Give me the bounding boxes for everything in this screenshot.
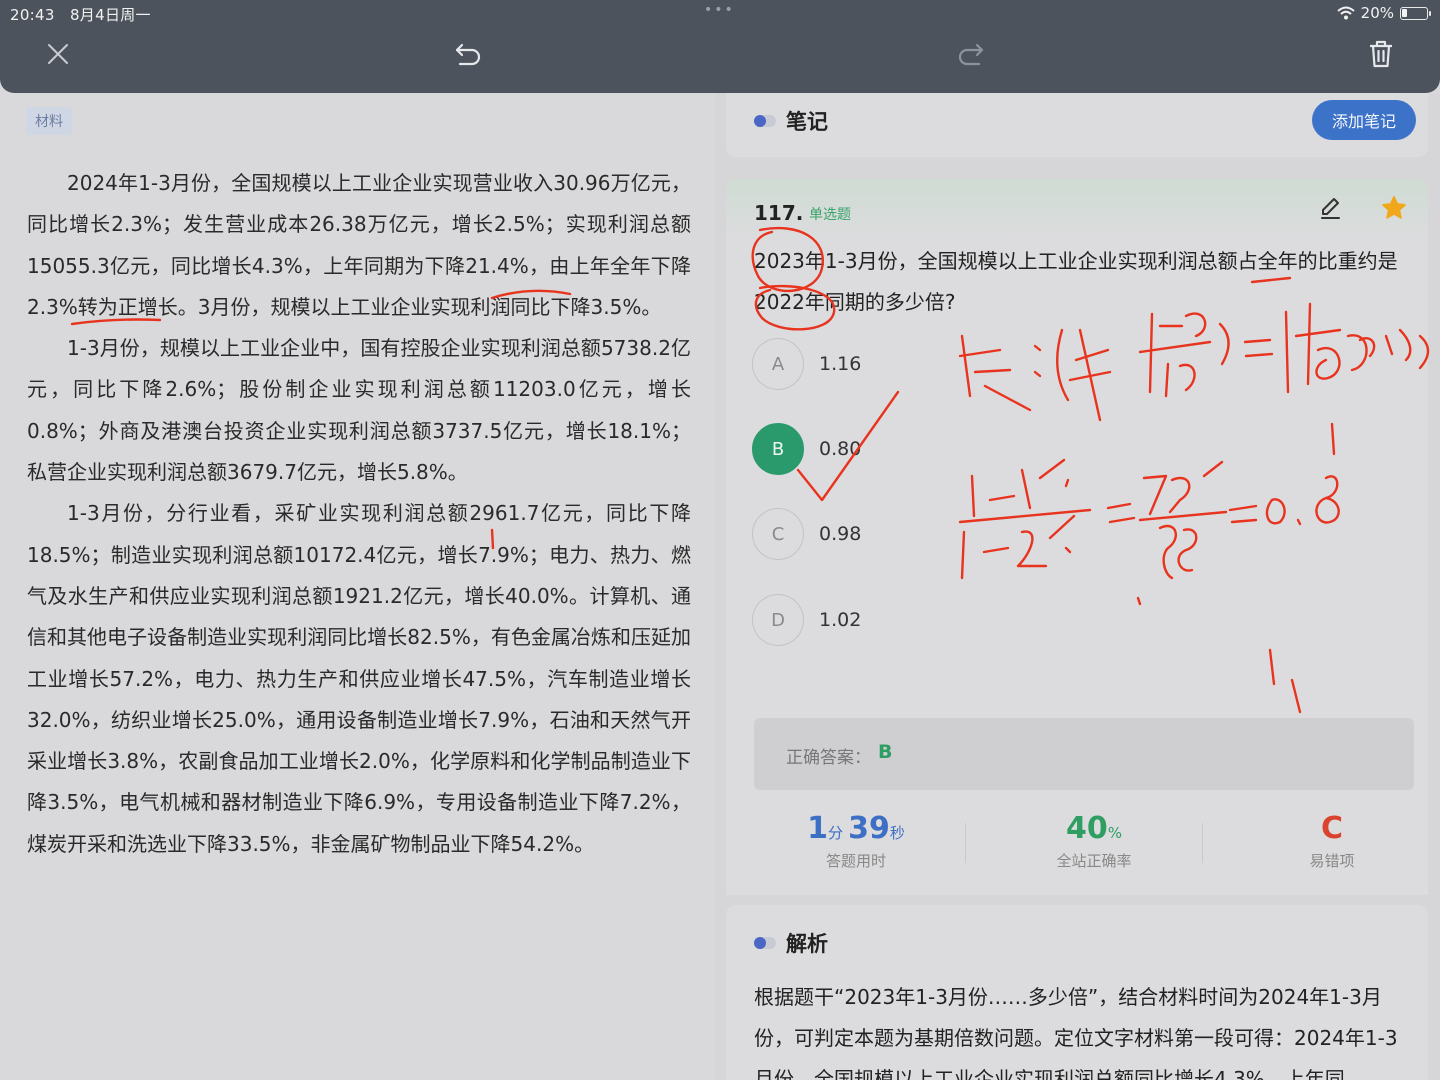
answer-section: 正确答案： B 1分 39秒 答题用时 40% 全站正确率 C 易错项 bbox=[726, 695, 1428, 895]
clock: 20:43 bbox=[10, 6, 55, 24]
question-card: 117. 单选题 2023年1-3月份，全国规模以上工业企业实现利润总额占全年的… bbox=[726, 179, 1428, 695]
option-letter: D bbox=[752, 594, 804, 646]
battery-percent: 20% bbox=[1360, 4, 1394, 22]
wifi-icon bbox=[1336, 6, 1355, 20]
explanation-section: 解析 根据题干“2023年1-3月份……多少倍”，结合材料时间为2024年1-3… bbox=[726, 905, 1428, 1080]
option-value: 0.98 bbox=[819, 523, 862, 545]
accuracy-stat: 40% 全站正确率 bbox=[994, 811, 1194, 871]
stat-divider bbox=[965, 823, 966, 863]
undo-button[interactable] bbox=[450, 36, 486, 72]
delete-button[interactable] bbox=[1363, 36, 1399, 72]
question-number: 117. bbox=[754, 201, 804, 225]
question-panel[interactable]: 笔记 添加笔记 117. 单选题 2023年1-3月份，全国规模以上工业企业实现… bbox=[714, 93, 1440, 1080]
material-tag: 材料 bbox=[26, 107, 72, 135]
top-toolbar: 20:43 8月4日周一 ••• 20% bbox=[0, 0, 1440, 93]
star-icon bbox=[1382, 196, 1406, 219]
option-value: 1.02 bbox=[819, 609, 862, 631]
explanation-text: 根据题干“2023年1-3月份……多少倍”，结合材料时间为2024年1-3月份，… bbox=[754, 985, 1398, 1080]
undo-icon bbox=[455, 43, 481, 66]
option-letter: C bbox=[752, 508, 804, 560]
close-icon bbox=[48, 44, 68, 64]
explanation-header: 解析 bbox=[754, 928, 828, 958]
add-note-button[interactable]: 添加笔记 bbox=[1311, 100, 1416, 140]
correct-answer-value: B bbox=[878, 741, 893, 763]
option-value: 1.16 bbox=[819, 353, 862, 375]
option-letter: B bbox=[752, 423, 804, 475]
option-value: 0.80 bbox=[819, 438, 862, 460]
section-toggle-icon bbox=[754, 937, 776, 949]
option-letter: A bbox=[752, 338, 804, 390]
edit-button[interactable] bbox=[1318, 195, 1344, 225]
date: 8月4日周一 bbox=[69, 6, 151, 24]
time-label: 答题用时 bbox=[825, 852, 886, 870]
notes-title: 笔记 bbox=[786, 110, 828, 134]
notes-header: 笔记 bbox=[754, 106, 828, 136]
multitask-dots-icon[interactable]: ••• bbox=[704, 2, 735, 18]
material-paragraph: 2024年1-3月份，全国规模以上工业企业实现营业收入30.96万亿元，同比增长… bbox=[27, 171, 691, 319]
wrong-option-label: 易错项 bbox=[1309, 852, 1355, 870]
wrong-option-stat: C 易错项 bbox=[1232, 811, 1432, 871]
section-toggle-icon bbox=[754, 115, 776, 127]
battery-icon bbox=[1400, 6, 1431, 20]
question-stem: 2023年1-3月份，全国规模以上工业企业实现利润总额占全年的比重约是2022年… bbox=[754, 249, 1398, 314]
close-button[interactable] bbox=[40, 36, 76, 72]
accuracy-value: 40 bbox=[1065, 811, 1108, 846]
accuracy-unit: % bbox=[1107, 824, 1122, 842]
status-time: 20:43 8月4日周一 bbox=[10, 4, 151, 25]
material-panel[interactable]: 材料 2024年1-3月份，全国规模以上工业企业实现营业收入30.96万亿元，同… bbox=[0, 93, 712, 1080]
notes-section: 笔记 添加笔记 bbox=[726, 93, 1428, 157]
time-minutes: 1 bbox=[807, 811, 828, 846]
time-stat: 1分 39秒 答题用时 bbox=[756, 811, 956, 871]
favorite-button[interactable] bbox=[1380, 194, 1408, 226]
material-text: 2024年1-3月份，全国规模以上工业企业实现营业收入30.96万亿元，同比增长… bbox=[27, 163, 691, 865]
option-d[interactable]: D 1.02 bbox=[752, 594, 862, 646]
pencil-icon bbox=[1321, 198, 1340, 219]
redo-button[interactable] bbox=[953, 36, 989, 72]
question-type-badge: 单选题 bbox=[809, 207, 851, 223]
time-seconds-unit: 秒 bbox=[889, 824, 905, 842]
option-a[interactable]: A 1.16 bbox=[752, 338, 862, 390]
correct-answer-label: 正确答案： bbox=[786, 748, 871, 768]
time-minutes-unit: 分 bbox=[828, 824, 844, 842]
status-indicators: 20% bbox=[1336, 4, 1431, 22]
wrong-option-value: C bbox=[1320, 811, 1344, 846]
option-c[interactable]: C 0.98 bbox=[752, 508, 862, 560]
material-paragraph: 1-3月份，分行业看，采矿业实现利润总额2961.7亿元，同比下降18.5%；制… bbox=[27, 501, 691, 856]
option-b[interactable]: B 0.80 bbox=[752, 423, 862, 475]
time-seconds: 39 bbox=[848, 811, 890, 846]
stat-divider bbox=[1202, 823, 1203, 863]
explanation-title: 解析 bbox=[786, 932, 828, 956]
trash-icon bbox=[1370, 40, 1392, 68]
accuracy-label: 全站正确率 bbox=[1056, 852, 1132, 870]
material-paragraph: 1-3月份，规模以上工业企业中，国有控股企业实现利润总额5738.2亿元，同比下… bbox=[27, 336, 691, 485]
redo-icon bbox=[958, 43, 984, 66]
correct-answer-box: 正确答案： B bbox=[754, 718, 1414, 790]
